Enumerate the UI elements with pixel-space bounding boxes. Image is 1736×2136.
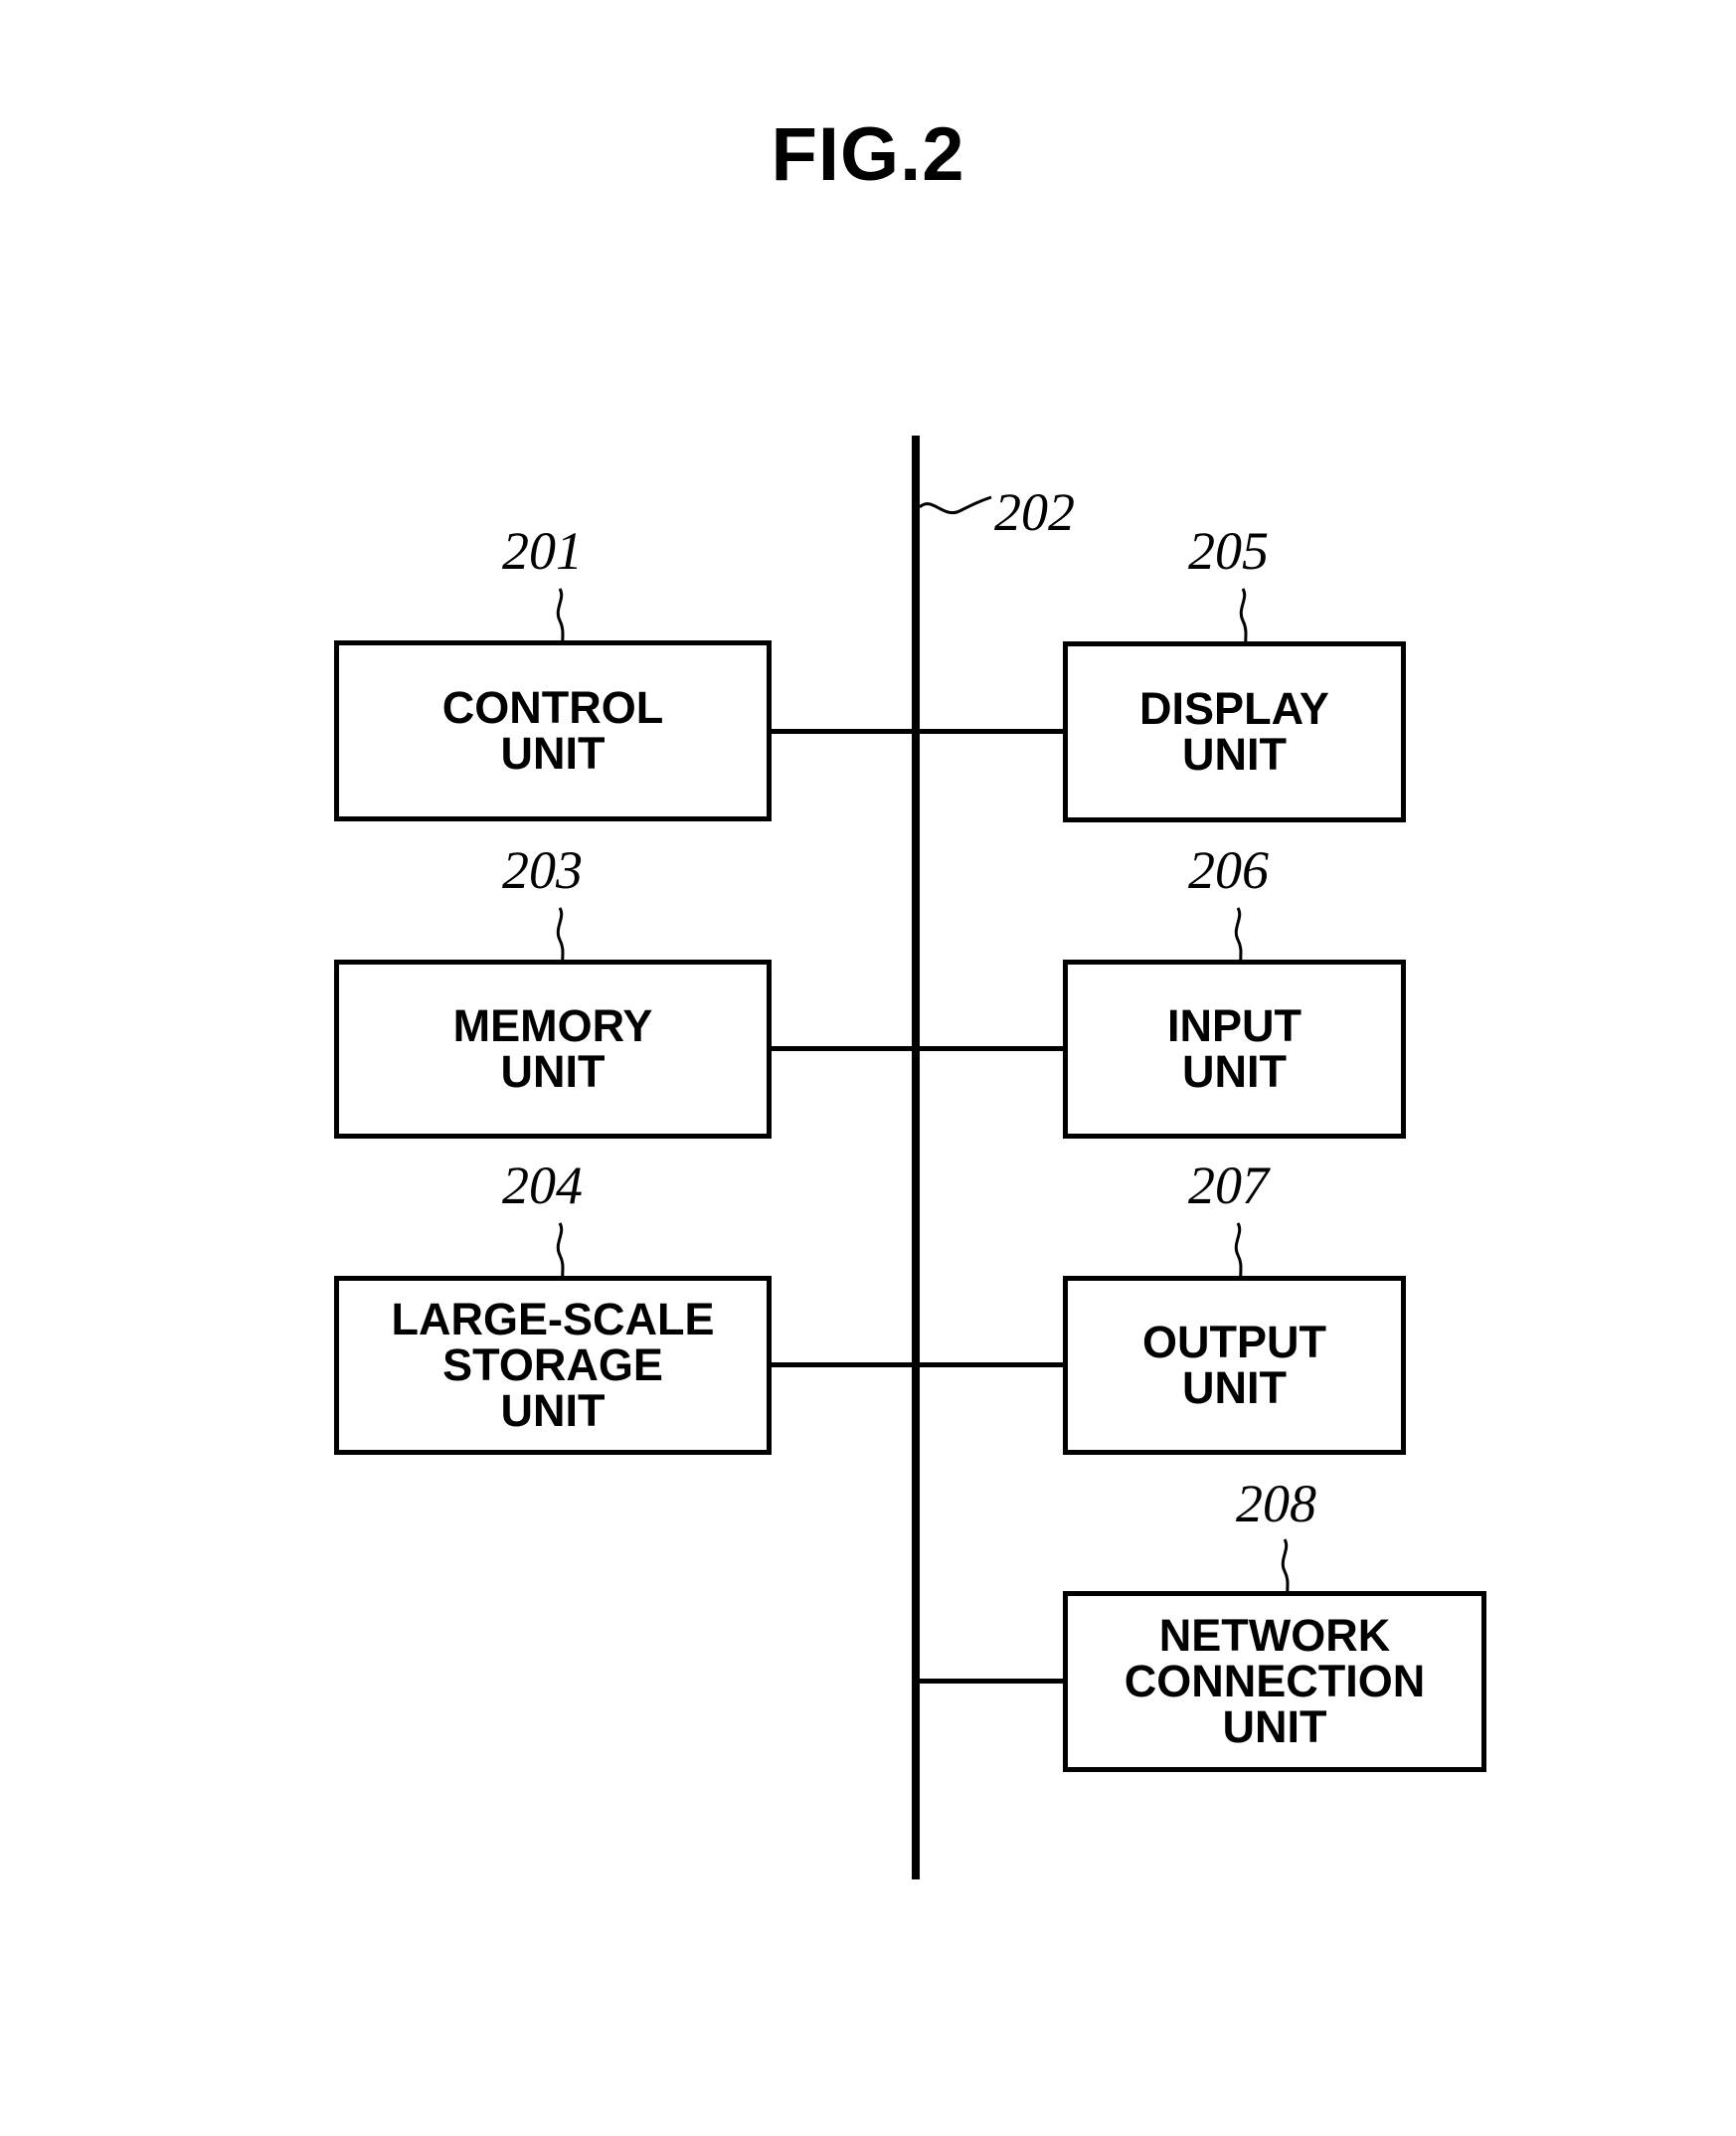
leader-line-205 [1239, 588, 1248, 647]
leader-line-206 [1234, 907, 1243, 965]
memory-unit-label: MEMORY UNIT [452, 1000, 653, 1097]
leader-line-208 [1281, 1538, 1290, 1596]
connector-control-to-bus [769, 729, 918, 734]
ref-numeral-207: 207 [1188, 1158, 1269, 1212]
ref-204-text: 204 [502, 1156, 583, 1215]
ref-numeral-206: 206 [1188, 843, 1269, 897]
large-scale-storage-unit-label: LARGE-SCALE STORAGE UNIT [391, 1294, 715, 1436]
input-unit-box[interactable]: INPUT UNIT [1063, 960, 1406, 1139]
connector-bus-to-network [916, 1679, 1067, 1684]
leader-line-201 [556, 588, 565, 647]
leader-line-204 [556, 1222, 565, 1280]
control-unit-box[interactable]: CONTROL UNIT [334, 640, 772, 821]
ref-201-text: 201 [502, 521, 583, 581]
display-unit-label: DISPLAY UNIT [1139, 683, 1329, 780]
memory-unit-box[interactable]: MEMORY UNIT [334, 960, 772, 1139]
figure-page: FIG.2 202 201 CONTROL UNIT 205 DISPLAY U… [0, 0, 1736, 2136]
input-unit-label: INPUT UNIT [1167, 1000, 1302, 1097]
ref-numeral-201: 201 [502, 524, 583, 578]
large-scale-storage-unit-box[interactable]: LARGE-SCALE STORAGE UNIT [334, 1276, 772, 1455]
connector-bus-to-output [916, 1362, 1067, 1367]
connector-memory-to-bus [769, 1046, 918, 1051]
leader-line-203 [556, 907, 565, 965]
ref-208-text: 208 [1236, 1474, 1316, 1533]
output-unit-box[interactable]: OUTPUT UNIT [1063, 1276, 1406, 1455]
output-unit-label: OUTPUT UNIT [1142, 1317, 1326, 1413]
connector-storage-to-bus [769, 1362, 918, 1367]
connector-bus-to-display [916, 729, 1067, 734]
ref-numeral-205: 205 [1188, 524, 1269, 578]
ref-206-text: 206 [1188, 840, 1269, 900]
leader-line-207 [1234, 1222, 1243, 1280]
display-unit-box[interactable]: DISPLAY UNIT [1063, 641, 1406, 822]
ref-numeral-202: 202 [994, 485, 1075, 539]
figure-title: FIG.2 [771, 112, 965, 197]
ref-205-text: 205 [1188, 521, 1269, 581]
ref-202-text: 202 [994, 482, 1075, 542]
ref-207-text: 207 [1188, 1156, 1269, 1215]
network-connection-unit-label: NETWORK CONNECTION UNIT [1124, 1610, 1426, 1752]
network-connection-unit-box[interactable]: NETWORK CONNECTION UNIT [1063, 1591, 1486, 1772]
connector-bus-to-input [916, 1046, 1067, 1051]
ref-numeral-208: 208 [1236, 1477, 1316, 1530]
control-unit-label: CONTROL UNIT [441, 682, 664, 779]
ref-numeral-204: 204 [502, 1158, 583, 1212]
ref-numeral-203: 203 [502, 843, 583, 897]
ref-203-text: 203 [502, 840, 583, 900]
system-bus-line [912, 436, 920, 1879]
